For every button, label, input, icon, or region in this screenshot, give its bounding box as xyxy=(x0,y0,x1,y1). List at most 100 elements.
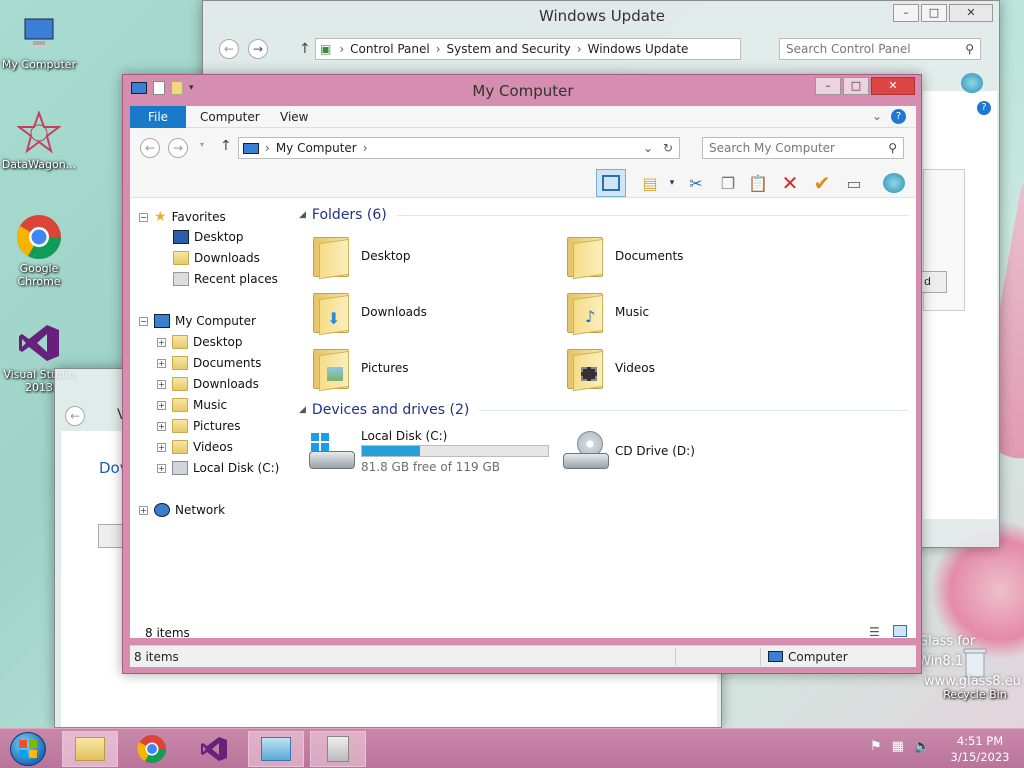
rename-icon[interactable]: ▭ xyxy=(842,171,866,195)
desktop-folder-icon xyxy=(311,233,351,280)
forward-button[interactable]: → xyxy=(168,138,188,158)
volume-icon[interactable]: 🔈 xyxy=(914,739,930,754)
nav-pc-music[interactable]: + Music xyxy=(157,398,227,412)
nav-network[interactable]: + Network xyxy=(139,503,225,517)
update-partial-button[interactable]: d xyxy=(919,271,947,293)
nav-label: Documents xyxy=(193,356,262,370)
help-icon[interactable]: ? xyxy=(891,109,906,124)
back-button[interactable]: ← xyxy=(65,406,85,426)
chevron-down-icon[interactable]: ⌄ xyxy=(872,109,882,123)
copy-icon[interactable]: ❐ xyxy=(716,171,740,195)
nav-my-computer[interactable]: − My Computer xyxy=(139,314,256,328)
tab-view[interactable]: View xyxy=(280,110,308,124)
collapse-group-icon[interactable]: ◢ xyxy=(299,405,306,415)
options-dropdown-icon[interactable]: ▾ xyxy=(660,171,684,195)
shell-icon[interactable] xyxy=(961,73,983,93)
nav-pc-downloads[interactable]: + Downloads xyxy=(157,377,259,391)
tab-file[interactable]: File xyxy=(130,106,186,128)
explorer-window[interactable]: ▾ My Computer – □ ✕ File Computer View ⌄ ?… xyxy=(122,74,922,674)
folder-options-icon[interactable]: ▤ xyxy=(638,171,662,195)
collapse-group-icon[interactable]: ◢ xyxy=(299,210,306,220)
collapse-icon[interactable]: − xyxy=(139,212,148,222)
expand-icon[interactable]: + xyxy=(157,379,166,389)
close-button[interactable]: ✕ xyxy=(871,77,915,95)
back-button[interactable]: ← xyxy=(140,138,160,158)
watermark-line-2: www.glass8.eu xyxy=(924,674,1021,689)
delete-icon[interactable]: ✕ xyxy=(778,171,802,195)
nav-pc-desktop[interactable]: + Desktop xyxy=(157,335,243,349)
nav-fav-desktop[interactable]: Desktop xyxy=(173,230,244,244)
up-arrow-icon[interactable]: ↑ xyxy=(220,138,232,154)
expand-icon[interactable]: + xyxy=(157,463,166,473)
up-arrow-icon[interactable]: ↑ xyxy=(299,41,311,57)
forward-button[interactable]: → xyxy=(248,39,268,59)
shell-icon[interactable] xyxy=(882,171,906,195)
taskbar-control-panel[interactable] xyxy=(248,731,304,767)
network-icon[interactable]: ▦ xyxy=(892,739,904,754)
status-divider xyxy=(760,648,761,666)
refresh-icon[interactable]: ↻ xyxy=(663,141,673,155)
control-panel-icon xyxy=(261,737,291,761)
nav-pc-videos[interactable]: + Videos xyxy=(157,440,233,454)
address-bar[interactable]: › My Computer › ⌄ ↻ xyxy=(238,137,680,159)
group-divider xyxy=(396,214,909,216)
update-address-bar[interactable]: ▣ › Control Panel › System and Security … xyxy=(315,38,741,60)
expand-icon[interactable]: + xyxy=(157,421,166,431)
breadcrumb-control-panel[interactable]: Control Panel xyxy=(350,42,430,56)
minimize-button[interactable]: – xyxy=(815,77,841,95)
clock[interactable]: 4:51 PM 3/15/2023 xyxy=(944,733,1016,765)
nav-favorites[interactable]: − ★ Favorites xyxy=(139,209,226,225)
nav-pc-documents[interactable]: + Documents xyxy=(157,356,261,370)
taskbar-visual-studio[interactable] xyxy=(186,731,242,767)
expand-icon[interactable]: + xyxy=(157,400,166,410)
nav-fav-downloads[interactable]: Downloads xyxy=(173,251,260,265)
desktop-icon-my-computer[interactable]: My Computer xyxy=(0,10,78,71)
folder-icon xyxy=(172,440,188,454)
expand-icon[interactable]: + xyxy=(139,505,148,515)
recent-dropdown-icon[interactable]: ▾ xyxy=(200,140,204,149)
large-icons-view-icon[interactable] xyxy=(893,625,907,637)
folder-label: Downloads xyxy=(361,305,427,319)
cut-icon[interactable]: ✂ xyxy=(684,171,708,195)
nav-pc-pictures[interactable]: + Pictures xyxy=(157,419,241,433)
recent-places-icon xyxy=(173,272,189,286)
expand-icon[interactable]: + xyxy=(157,337,166,347)
help-icon[interactable]: ? xyxy=(977,101,991,115)
disk-usage-fill xyxy=(362,446,420,456)
drive-icon xyxy=(172,461,188,475)
item-count: 8 items xyxy=(145,626,190,640)
expand-icon[interactable]: + xyxy=(157,442,166,452)
address-dropdown-icon[interactable]: ⌄ xyxy=(643,141,653,155)
preview-pane-icon[interactable] xyxy=(596,169,626,197)
command-toolbar: ▤ ▾ ✂ ❐ 📋 ✕ ✔ ▭ xyxy=(130,168,916,198)
taskbar-file-explorer[interactable] xyxy=(62,731,118,767)
breadcrumb-windows-update[interactable]: Windows Update xyxy=(588,42,689,56)
folder-icon xyxy=(172,419,188,433)
update-search-input[interactable]: Search Control Panel ⚲ xyxy=(779,38,981,60)
maximize-button[interactable]: □ xyxy=(921,4,947,22)
desktop-icon-chrome[interactable]: Google Chrome xyxy=(0,214,78,288)
taskbar-windows-update[interactable] xyxy=(310,731,366,767)
tab-computer[interactable]: Computer xyxy=(200,110,260,124)
desktop-icon-datawagon[interactable]: DataWagon... xyxy=(0,110,78,171)
drives-header[interactable]: ◢ Devices and drives (2) xyxy=(299,402,909,418)
taskbar-chrome[interactable] xyxy=(124,731,180,767)
back-button[interactable]: ← xyxy=(219,39,239,59)
close-button[interactable]: ✕ xyxy=(949,4,993,22)
nav-fav-recent[interactable]: Recent places xyxy=(173,272,278,286)
star-icon: ★ xyxy=(154,209,167,225)
maximize-button[interactable]: □ xyxy=(843,77,869,95)
details-view-icon[interactable]: ☰ xyxy=(869,625,880,639)
collapse-icon[interactable]: − xyxy=(139,316,148,326)
folders-header[interactable]: ◢ Folders (6) xyxy=(299,207,909,223)
flag-icon[interactable]: ⚑ xyxy=(870,739,882,754)
start-button[interactable] xyxy=(10,732,46,766)
breadcrumb-system-security[interactable]: System and Security xyxy=(447,42,571,56)
check-icon[interactable]: ✔ xyxy=(810,171,834,195)
paste-icon[interactable]: 📋 xyxy=(746,171,770,195)
minimize-button[interactable]: – xyxy=(893,4,919,22)
nav-pc-local-disk[interactable]: + Local Disk (C:) xyxy=(157,461,279,475)
expand-icon[interactable]: + xyxy=(157,358,166,368)
disk-usage-bar xyxy=(361,445,549,457)
search-input[interactable]: Search My Computer ⚲ xyxy=(702,137,904,159)
